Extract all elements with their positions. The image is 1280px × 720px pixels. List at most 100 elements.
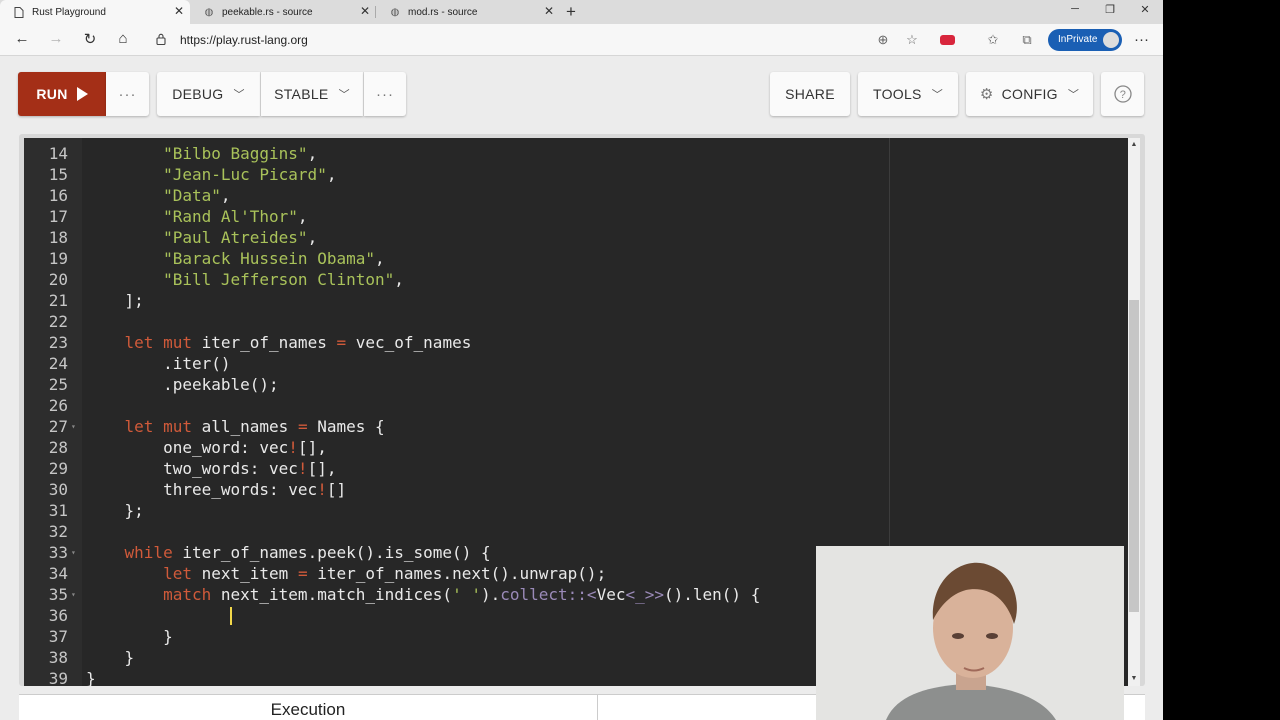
code-token: } <box>86 648 135 667</box>
scroll-up-icon[interactable]: ▲ <box>1128 139 1140 151</box>
code-token: } <box>86 627 173 646</box>
more-icon[interactable]: ··· <box>1134 31 1149 48</box>
fold-arrow-icon[interactable]: ▾ <box>71 416 76 437</box>
help-icon: ? <box>1113 85 1132 103</box>
close-icon[interactable]: ✕ <box>544 4 554 18</box>
line-number: 35 <box>48 585 68 604</box>
page-icon <box>14 6 24 18</box>
tab-title: mod.rs - source <box>408 6 478 18</box>
collections-icon[interactable]: ⧉ <box>1018 32 1036 48</box>
line-number: 16 <box>48 186 68 205</box>
url-field[interactable]: https://play.rust-lang.org <box>180 33 308 47</box>
code-token: "Bilbo Baggins" <box>86 144 308 163</box>
code-token: let mut <box>124 417 192 436</box>
code-token: iter_of_names <box>191 333 337 352</box>
tab-title: peekable.rs - source <box>222 6 313 18</box>
line-number: 39 <box>48 669 68 686</box>
channel-button[interactable]: STABLE ﹀ <box>261 72 363 116</box>
code-text: .iter() <box>86 353 230 374</box>
code-token: , <box>307 228 318 247</box>
code-token: "Barack Hussein Obama" <box>86 249 375 268</box>
line-number: 30 <box>48 480 68 499</box>
line-number: 21 <box>48 291 68 310</box>
code-token: "Data" <box>86 186 221 205</box>
line-number: 14 <box>48 144 68 163</box>
line-number: 23 <box>48 333 68 352</box>
back-icon[interactable]: ← <box>12 30 32 47</box>
run-more-button[interactable]: ··· <box>106 72 149 116</box>
new-tab-icon[interactable]: + <box>566 2 576 22</box>
build-mode-button[interactable]: DEBUG ﹀ <box>157 72 260 116</box>
code-token: ! <box>297 459 308 478</box>
zoom-icon[interactable]: ⊕ <box>874 32 892 48</box>
line-number: 28 <box>48 438 68 457</box>
scroll-down-icon[interactable]: ▼ <box>1128 673 1140 685</box>
config-button[interactable]: ⚙ CONFIG ﹀ <box>966 72 1093 116</box>
line-number: 18 <box>48 228 68 247</box>
more-icon: ··· <box>118 85 137 103</box>
line-number: 15 <box>48 165 68 184</box>
home-icon[interactable]: ⌂ <box>113 30 133 47</box>
extension-icon[interactable] <box>940 35 955 45</box>
code-token: all_names <box>191 417 298 436</box>
code-token: ! <box>317 480 327 499</box>
code-token: = <box>336 333 347 352</box>
gear-icon: ⚙ <box>979 86 994 103</box>
line-number: 34 <box>48 564 68 583</box>
code-text: match next_item.match_indices(' ').colle… <box>86 584 760 605</box>
tab-rust-playground[interactable]: Rust Playground ✕ <box>0 0 190 24</box>
run-button[interactable]: RUN <box>18 72 106 116</box>
line-number: 26 <box>48 396 68 415</box>
code-text: "Bilbo Baggins", <box>86 143 317 164</box>
code-token: two_words: vec <box>86 459 298 478</box>
code-text: two_words: vec![], <box>86 458 336 479</box>
channel-label: STABLE <box>274 86 329 102</box>
globe-icon: ◍ <box>390 6 400 18</box>
line-number: 36 <box>48 606 68 625</box>
inprivate-badge[interactable]: InPrivate <box>1048 29 1122 51</box>
code-token: let mut <box>124 333 192 352</box>
code-token: Vec <box>596 585 626 604</box>
code-text: }; <box>86 500 144 521</box>
code-token: , <box>220 186 231 205</box>
code-token: , <box>374 249 385 268</box>
code-token: "Rand Al'Thor" <box>86 207 298 226</box>
tab-title: Rust Playground <box>32 6 106 18</box>
tools-button[interactable]: TOOLS ﹀ <box>858 72 958 116</box>
line-number: 31 <box>48 501 68 520</box>
code-token: next_item <box>191 564 298 583</box>
forward-icon[interactable]: → <box>46 30 66 47</box>
tab-execution[interactable]: Execution <box>19 695 597 720</box>
favorites-icon[interactable]: ✩ <box>984 32 1002 48</box>
help-button[interactable]: ? <box>1101 72 1144 116</box>
code-token: [], <box>307 459 337 478</box>
share-button[interactable]: SHARE <box>770 72 850 116</box>
refresh-icon[interactable]: ↻ <box>80 30 100 48</box>
fold-arrow-icon[interactable]: ▾ <box>71 584 76 605</box>
advanced-options-button[interactable]: ··· <box>364 72 406 116</box>
line-number: 24 <box>48 354 68 373</box>
close-window-icon[interactable]: ✕ <box>1130 3 1160 16</box>
close-icon[interactable]: ✕ <box>360 4 370 18</box>
fold-arrow-icon[interactable]: ▾ <box>71 542 76 563</box>
presenter-video <box>816 546 1124 720</box>
minimize-icon[interactable]: ─ <box>1060 3 1090 15</box>
lock-icon[interactable] <box>156 33 166 45</box>
tab-mod-source[interactable]: ◍ mod.rs - source ✕ <box>376 0 560 24</box>
code-text: "Rand Al'Thor", <box>86 206 308 227</box>
code-text: three_words: vec![] <box>86 479 346 500</box>
code-token: }; <box>86 501 144 520</box>
config-label: CONFIG <box>1001 86 1058 102</box>
tab-peekable-source[interactable]: ◍ peekable.rs - source ✕ <box>190 0 376 24</box>
scrollbar-thumb[interactable] <box>1129 300 1139 612</box>
chevron-down-icon: ﹀ <box>338 89 350 101</box>
more-icon: ··· <box>376 85 394 103</box>
code-text: } <box>86 668 96 686</box>
favorite-star-icon[interactable]: ☆ <box>903 32 921 48</box>
code-text: ]; <box>86 290 144 311</box>
restore-icon[interactable]: ❐ <box>1095 3 1125 16</box>
close-icon[interactable]: ✕ <box>174 4 184 18</box>
code-text: "Bill Jefferson Clinton", <box>86 269 404 290</box>
